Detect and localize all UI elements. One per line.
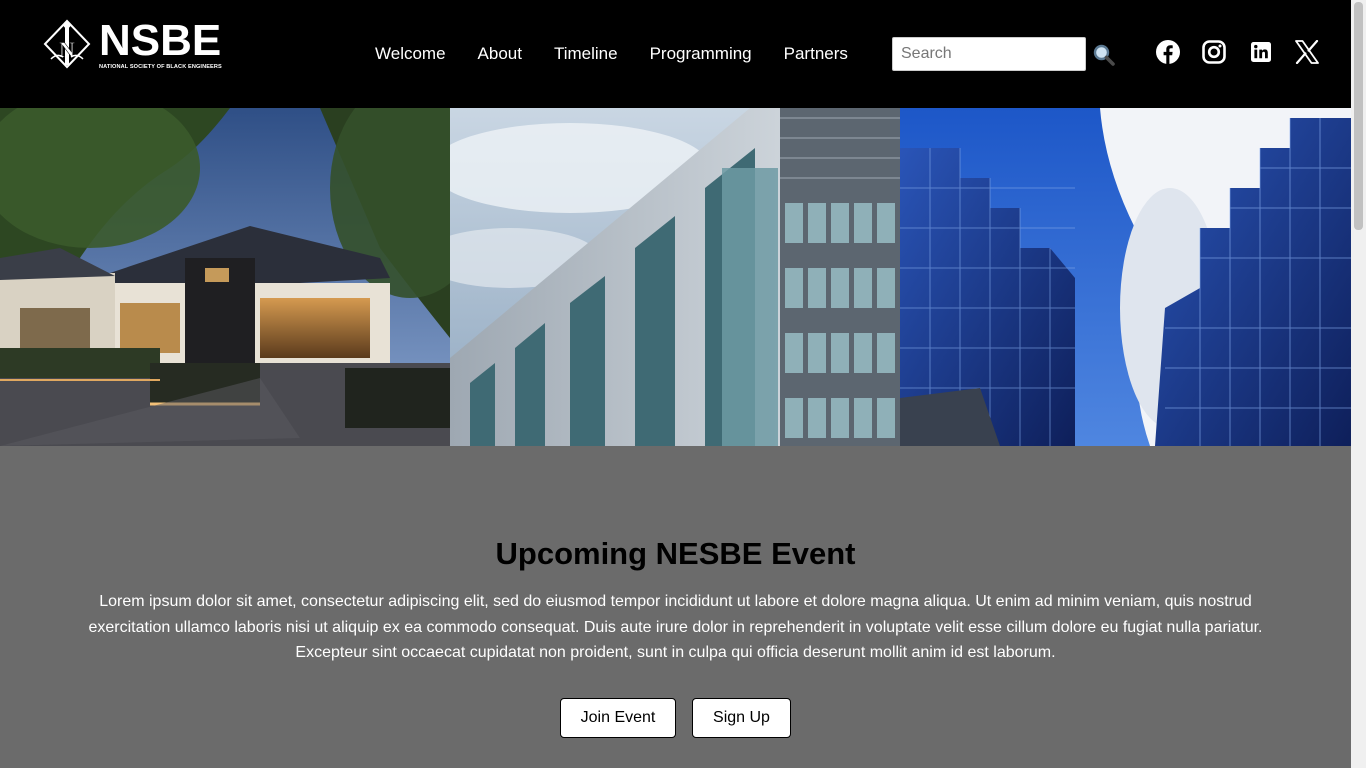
search-icon[interactable] (1092, 43, 1116, 67)
nav-partners[interactable]: Partners (784, 42, 848, 66)
x-icon[interactable] (1295, 40, 1319, 64)
event-title: Upcoming NESBE Event (495, 536, 856, 571)
main-nav: Welcome About Timeline Programming Partn… (375, 42, 880, 66)
logo-title: NSBE (99, 15, 222, 65)
page: N NSBE NATIONAL SOCIETY OF BLACK ENGINEE… (0, 0, 1351, 768)
svg-text:N: N (59, 37, 75, 62)
nsbe-logo[interactable]: N NSBE NATIONAL SOCIETY OF BLACK ENGINEE… (43, 18, 222, 70)
scrollbar-thumb[interactable] (1354, 2, 1363, 230)
event-description: Lorem ipsum dolor sit amet, consectetur … (88, 593, 1263, 661)
torch-emblem-icon: N (43, 19, 91, 69)
facebook-icon[interactable] (1156, 40, 1180, 64)
join-event-button[interactable]: Join Event (560, 698, 676, 738)
instagram-icon[interactable] (1202, 40, 1226, 64)
blue-glass-skyscraper-photo (900, 108, 1351, 446)
restaurant-courtyard-photo (0, 108, 450, 446)
hero-image-strip (0, 108, 1351, 446)
linkedin-icon[interactable] (1249, 40, 1273, 64)
logo-wordmark: NSBE NATIONAL SOCIETY OF BLACK ENGINEERS (99, 15, 222, 70)
logo-tagline: NATIONAL SOCIETY OF BLACK ENGINEERS (99, 63, 222, 70)
nav-welcome[interactable]: Welcome (375, 42, 446, 66)
sign-up-button[interactable]: Sign Up (692, 698, 791, 738)
nav-timeline[interactable]: Timeline (554, 42, 618, 66)
nav-programming[interactable]: Programming (650, 42, 752, 66)
nav-about[interactable]: About (478, 42, 522, 66)
site-header: N NSBE NATIONAL SOCIETY OF BLACK ENGINEE… (0, 0, 1351, 108)
glass-office-building-photo (450, 108, 900, 446)
page-scrollbar[interactable] (1351, 0, 1366, 768)
upcoming-event-section: Upcoming NESBE Event Lorem ipsum dolor s… (0, 446, 1351, 768)
search-input[interactable] (892, 37, 1086, 71)
